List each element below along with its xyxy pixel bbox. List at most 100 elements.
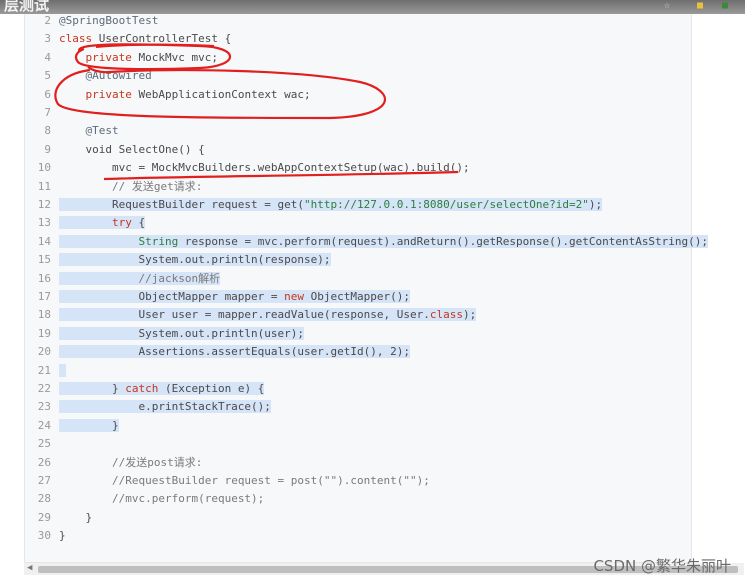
line-number: 29: [37, 510, 51, 524]
code-token: catch: [125, 382, 159, 395]
code-text: class UserControllerTest {: [59, 32, 231, 45]
watermark-text: CSDN @繁华朱丽叶: [593, 557, 731, 575]
code-text: //mvc.perform(request);: [59, 492, 264, 505]
line-number: 21: [37, 363, 51, 377]
code-token: try: [111, 216, 132, 230]
code-token: }: [59, 418, 119, 432]
code-line: 5 @Autowired: [24, 67, 152, 85]
code-text: }: [59, 511, 92, 524]
line-number: 27: [37, 474, 51, 487]
code-token: @Autowired: [85, 69, 152, 83]
code-text: try {: [59, 216, 146, 230]
code-token: private: [85, 50, 139, 64]
code-token: RequestBuilder request = get(: [59, 198, 305, 211]
code-token: e.printStackTrace();: [59, 400, 271, 414]
code-token: class: [429, 308, 463, 322]
code-line: 3 class UserControllerTest {: [24, 30, 231, 48]
code-line: 11 // 发送get请求:: [24, 178, 203, 196]
code-token: String: [138, 234, 179, 248]
code-text: Assertions.assertEquals(user.getId(), 2)…: [59, 345, 410, 359]
code-token: Assertions.assertEquals(user.getId(), 2)…: [59, 345, 410, 359]
line-number: 7: [44, 106, 51, 119]
code-line: 16 //jackson解析: [24, 270, 221, 288]
code-token: {: [131, 216, 146, 230]
line-number: 14: [37, 234, 51, 248]
code-text: }: [59, 529, 66, 542]
line-number: 8: [44, 124, 51, 138]
code-text: }: [59, 418, 119, 432]
line-number: 15: [37, 253, 51, 267]
code-token: //发送post请求:: [111, 455, 203, 469]
code-line: 13 try {: [24, 214, 146, 232]
code-token: "http://127.0.0.1:8080/user/selectOne?id…: [304, 198, 589, 211]
line-number: 16: [37, 271, 51, 285]
code-text: // 发送get请求:: [59, 180, 202, 193]
code-token: private: [85, 87, 139, 101]
code-token: @SpringBootTest: [59, 14, 159, 27]
code-text: RequestBuilder request = get("http://127…: [59, 198, 603, 211]
code-text: //jackson解析: [59, 271, 221, 285]
star-icon[interactable]: ☆: [664, 1, 670, 11]
code-line: 28 //mvc.perform(request);: [24, 490, 265, 508]
code-token: WebApplicationContext wac;: [138, 87, 311, 101]
code-line: 10 mvc = MockMvcBuilders.webAppContextSe…: [24, 159, 470, 177]
line-number: 2: [44, 14, 51, 27]
line-number: 13: [37, 216, 51, 230]
code-token: }: [59, 382, 126, 395]
code-line: 26 //发送post请求:: [24, 454, 203, 472]
code-text: String response = mvc.perform(request).a…: [59, 234, 709, 248]
line-number: 22: [37, 382, 51, 395]
code-token: }: [59, 510, 93, 524]
code-token: // 发送get请求:: [111, 179, 203, 193]
code-line: 27 //RequestBuilder request = post("").c…: [24, 472, 430, 490]
line-number: 20: [37, 345, 51, 359]
code-text: ObjectMapper mapper = new ObjectMapper()…: [59, 290, 411, 303]
extension-icon-2[interactable]: ■: [722, 1, 728, 11]
code-token: );: [463, 308, 477, 322]
code-line: 20 Assertions.assertEquals(user.getId(),…: [24, 343, 410, 361]
code-text: //发送post请求:: [59, 456, 202, 469]
code-text: private WebApplicationContext wac;: [59, 88, 311, 101]
line-number: 23: [37, 400, 51, 414]
code-token: MockMvc mvc;: [138, 50, 218, 64]
line-number: 3: [44, 32, 51, 46]
line-number: 4: [44, 50, 51, 64]
code-line: 22 } catch (Exception e) {: [24, 380, 265, 398]
code-token: ObjectMapper mapper =: [59, 290, 285, 303]
line-number: 6: [44, 87, 51, 101]
scroll-left-arrow-icon[interactable]: ◀: [27, 563, 32, 573]
code-token: response = mvc.perform(request).andRetur…: [178, 234, 709, 248]
code-line: 23 e.printStackTrace();: [24, 398, 271, 416]
code-text: [59, 363, 66, 377]
line-number: 11: [37, 179, 51, 193]
code-text: User user = mapper.readValue(response, U…: [59, 308, 477, 322]
code-token: UserControllerTest {: [98, 32, 232, 46]
code-line: 6 private WebApplicationContext wac;: [24, 86, 311, 104]
code-token: (Exception e) {: [158, 382, 265, 395]
code-text: @SpringBootTest: [59, 14, 158, 27]
code-token: System.out.println(response);: [59, 253, 331, 267]
extension-icon[interactable]: ■: [697, 1, 703, 11]
code-token: mvc = MockMvcBuilders.webAppContextSetup…: [59, 161, 470, 175]
code-token: class: [59, 32, 99, 46]
code-text: @Autowired: [59, 69, 152, 82]
code-line: 9 void SelectOne() {: [24, 141, 205, 159]
code-token: new: [284, 290, 305, 303]
line-number: 18: [37, 308, 51, 322]
code-text: @Test: [59, 124, 119, 137]
code-line: 18 User user = mapper.readValue(response…: [24, 306, 477, 324]
code-token: @Test: [85, 124, 119, 138]
code-line: 21: [24, 362, 66, 380]
code-token: //RequestBuilder request = post("").cont…: [111, 474, 430, 487]
code-line: 12 RequestBuilder request = get("http://…: [24, 196, 603, 214]
code-token: void SelectOne() {: [59, 142, 205, 156]
